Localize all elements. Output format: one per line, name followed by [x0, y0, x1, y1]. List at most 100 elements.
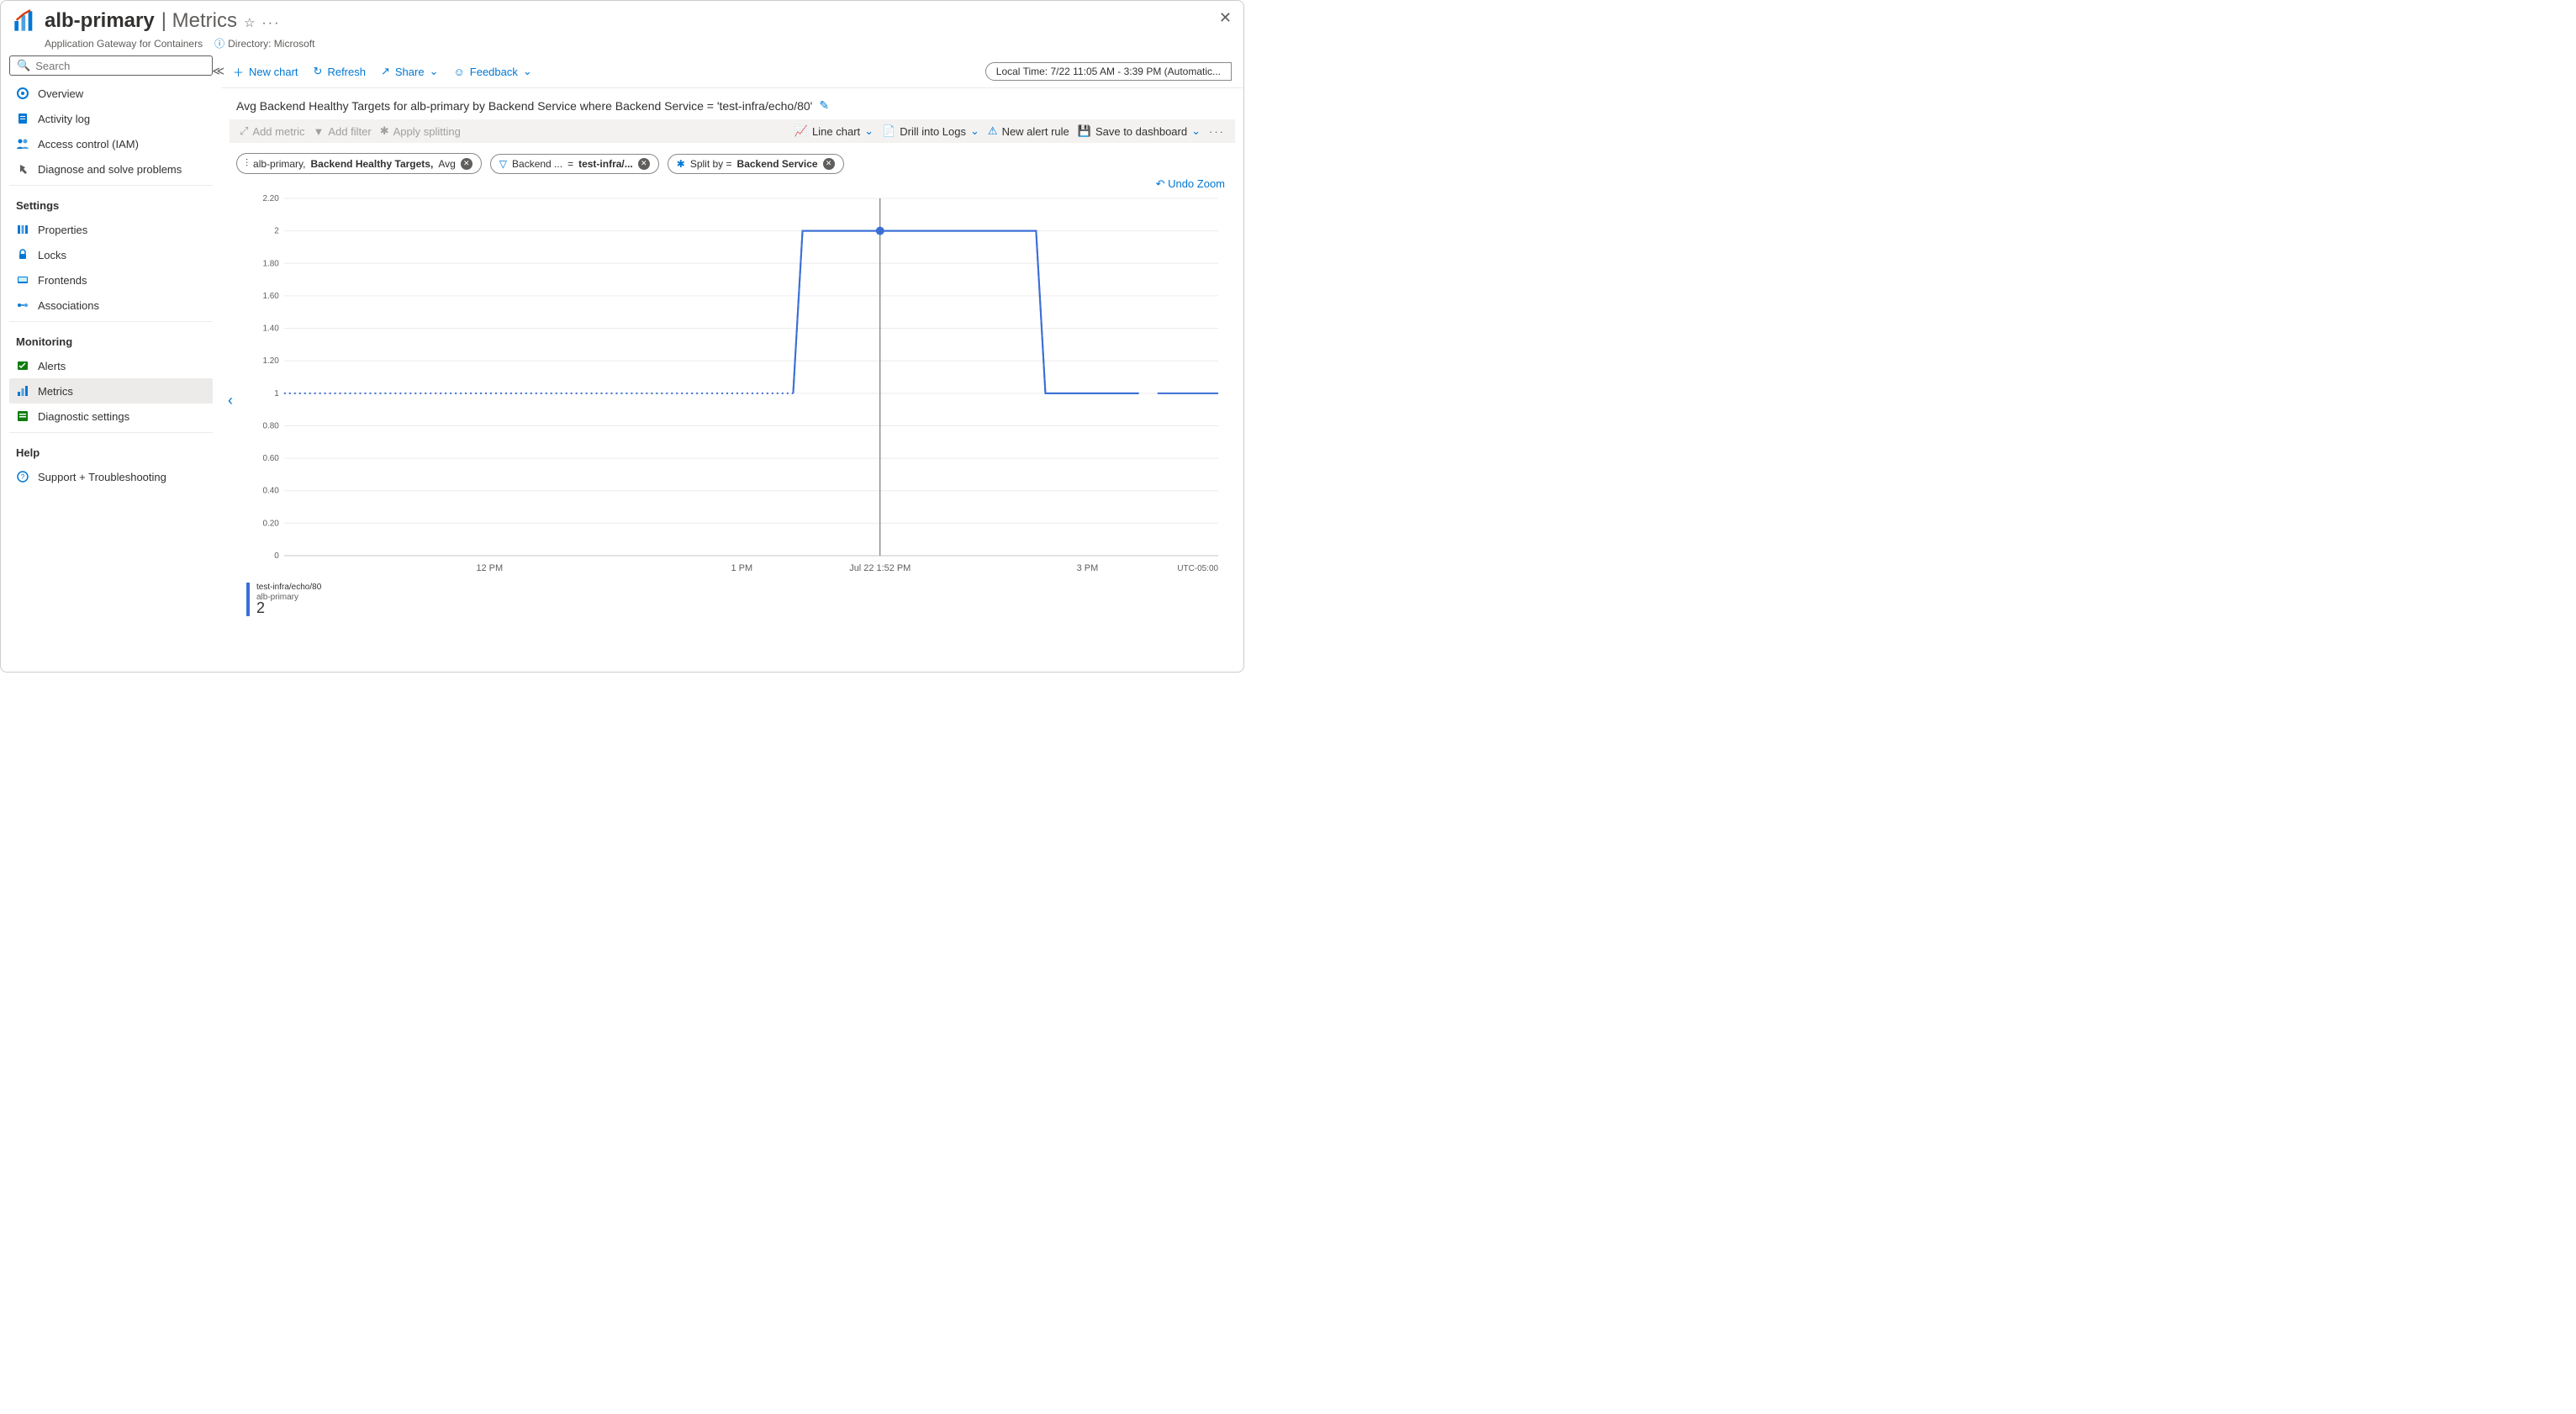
- info-icon: ⓘ: [214, 36, 224, 50]
- svg-text:1: 1: [274, 389, 279, 398]
- svg-text:1 PM: 1 PM: [731, 563, 753, 573]
- sidebar-item-locks[interactable]: Locks: [9, 242, 213, 267]
- command-bar: ＋New chart ↻Refresh ↗Share ⌄ ☺Feedback ⌄…: [221, 55, 1243, 88]
- alerts-icon: [16, 359, 29, 372]
- edit-title-button[interactable]: ✎: [819, 98, 829, 113]
- split-pill[interactable]: ✱ Split by = Backend Service ✕: [668, 154, 844, 174]
- sidebar-item-label: Locks: [38, 249, 66, 261]
- filter-pill[interactable]: ▽ Backend ... = test-infra/... ✕: [490, 154, 659, 174]
- page-title: Metrics: [172, 9, 237, 32]
- smile-icon: ☺: [454, 66, 465, 78]
- split-icon: ✱: [677, 158, 685, 170]
- metric-icon: ⫶: [245, 157, 248, 170]
- overview-icon: [16, 87, 29, 100]
- svg-text:0: 0: [274, 551, 279, 561]
- sidebar-item-label: Properties: [38, 224, 87, 236]
- undo-zoom-button[interactable]: ↶ Undo Zoom: [1156, 177, 1225, 190]
- sidebar-item-diagset[interactable]: Diagnostic settings: [9, 404, 213, 429]
- activity-icon: [16, 112, 29, 125]
- sidebar-item-support[interactable]: ? Support + Troubleshooting: [9, 464, 213, 489]
- sidebar: 🔍 ≪ Overview Activity log Access control (…: [1, 55, 221, 674]
- chevron-down-icon: ⌄: [1191, 124, 1201, 138]
- diag-icon: [16, 162, 29, 176]
- add-metric-icon: ⤢: [240, 124, 248, 138]
- sidebar-item-diag[interactable]: Diagnose and solve problems: [9, 156, 213, 182]
- svg-text:0.60: 0.60: [262, 454, 279, 463]
- section-settings: Settings: [9, 189, 213, 217]
- remove-metric-button[interactable]: ✕: [461, 158, 472, 170]
- svg-text:UTC-05:00: UTC-05:00: [1177, 564, 1218, 573]
- iam-icon: [16, 137, 29, 150]
- resource-type-label: Application Gateway for Containers: [45, 38, 203, 50]
- assoc-icon: [16, 298, 29, 312]
- sidebar-item-label: Alerts: [38, 360, 66, 372]
- filter-icon: ▽: [499, 158, 507, 170]
- sidebar-item-frontends[interactable]: Frontends: [9, 267, 213, 293]
- collapse-sidebar-button[interactable]: ≪: [212, 64, 224, 78]
- split-icon: ✱: [380, 124, 389, 138]
- add-filter-button[interactable]: ▼Add filter: [314, 125, 372, 138]
- favorite-button[interactable]: ☆: [244, 15, 255, 30]
- frontends-icon: [16, 273, 29, 287]
- sidebar-item-label: Diagnose and solve problems: [38, 163, 182, 176]
- share-button[interactable]: ↗Share ⌄: [381, 65, 439, 78]
- locks-icon: [16, 248, 29, 261]
- remove-filter-button[interactable]: ✕: [638, 158, 650, 170]
- sidebar-item-label: Support + Troubleshooting: [38, 471, 166, 483]
- props-icon: [16, 223, 29, 236]
- close-button[interactable]: ✕: [1219, 9, 1232, 27]
- refresh-button[interactable]: ↻Refresh: [314, 65, 366, 78]
- sidebar-item-activity[interactable]: Activity log: [9, 106, 213, 131]
- share-icon: ↗: [381, 65, 390, 78]
- add-metric-button[interactable]: ⤢Add metric: [240, 124, 305, 138]
- sidebar-item-label: Associations: [38, 299, 99, 312]
- remove-split-button[interactable]: ✕: [823, 158, 835, 170]
- svg-text:0.20: 0.20: [262, 519, 279, 528]
- plus-icon: ＋: [233, 64, 244, 80]
- sidebar-item-overview[interactable]: Overview: [9, 81, 213, 106]
- legend-series-name: test-infra/echo/80: [256, 583, 321, 593]
- time-range-button[interactable]: Local Time: 7/22 11:05 AM - 3:39 PM (Aut…: [985, 62, 1232, 81]
- diagset-icon: [16, 409, 29, 423]
- svg-text:2.20: 2.20: [262, 194, 279, 203]
- save-icon: 💾: [1078, 124, 1091, 138]
- section-help: Help: [9, 436, 213, 464]
- sidebar-item-label: Access control (IAM): [38, 138, 139, 150]
- sidebar-item-assoc[interactable]: Associations: [9, 293, 213, 318]
- save-dashboard-button[interactable]: 💾Save to dashboard⌄: [1078, 124, 1201, 138]
- sidebar-item-label: Overview: [38, 87, 83, 100]
- metric-pill[interactable]: ⫶ alb-primary, Backend Healthy Targets, …: [236, 153, 482, 174]
- legend-color-swatch: [246, 583, 250, 616]
- search-icon: 🔍: [17, 59, 30, 72]
- svg-text:2: 2: [274, 227, 279, 236]
- new-chart-button[interactable]: ＋New chart: [233, 64, 298, 80]
- resource-type-icon: [13, 9, 36, 33]
- sidebar-item-metrics[interactable]: Metrics: [9, 378, 213, 404]
- chart-type-dropdown[interactable]: 📈Line chart ⌄: [794, 124, 874, 138]
- svg-text:1.60: 1.60: [262, 292, 279, 301]
- sidebar-item-iam[interactable]: Access control (IAM): [9, 131, 213, 156]
- chevron-down-icon: ⌄: [430, 65, 439, 78]
- chevron-down-icon: ⌄: [864, 124, 874, 138]
- svg-text:0.80: 0.80: [262, 421, 279, 430]
- drill-logs-button[interactable]: 📄Drill into Logs ⌄: [882, 124, 979, 138]
- svg-text:0.40: 0.40: [262, 487, 279, 496]
- query-pills: ⫶ alb-primary, Backend Healthy Targets, …: [221, 143, 1243, 177]
- svg-text:1.20: 1.20: [262, 356, 279, 366]
- chevron-down-icon: ⌄: [523, 65, 532, 78]
- svg-text:?: ?: [21, 473, 25, 481]
- apply-splitting-button[interactable]: ✱Apply splitting: [380, 124, 461, 138]
- chart-plot-area[interactable]: 0 0.20 0.40 0.60 0.80 1 1.20 1.40 1.60 1.80 2 2.20 1…: [238, 194, 1227, 581]
- new-alert-button[interactable]: ⚠New alert rule: [988, 124, 1069, 138]
- header-more-button[interactable]: ···: [261, 16, 280, 31]
- sidebar-search-input[interactable]: [35, 60, 205, 72]
- chart-more-button[interactable]: ···: [1209, 125, 1225, 138]
- feedback-button[interactable]: ☺Feedback ⌄: [454, 65, 532, 78]
- legend-value: 2: [256, 603, 321, 613]
- expand-panel-button[interactable]: ‹: [228, 392, 233, 409]
- legend-resource-name: alb-primary: [256, 593, 321, 603]
- sidebar-item-alerts[interactable]: Alerts: [9, 353, 213, 378]
- svg-text:1.40: 1.40: [262, 324, 279, 334]
- svg-text:1.80: 1.80: [262, 259, 279, 268]
- sidebar-item-props[interactable]: Properties: [9, 217, 213, 242]
